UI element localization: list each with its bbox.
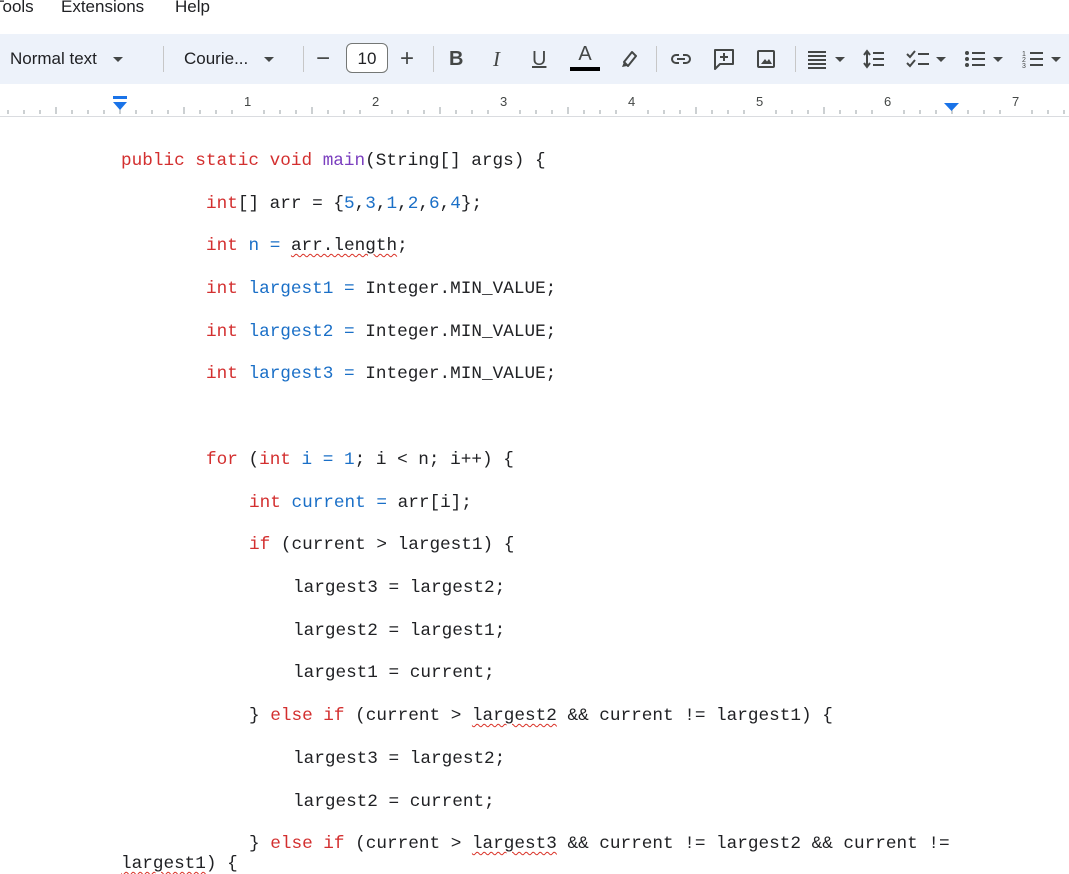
chevron-down-icon <box>112 56 123 62</box>
add-comment-button[interactable] <box>711 34 737 84</box>
font-family-dropdown[interactable]: Courie... <box>184 34 275 84</box>
ruler-number: 6 <box>884 94 892 109</box>
ruler-number: 7 <box>1012 94 1020 109</box>
toolbar-divider <box>433 46 434 72</box>
font-size-input[interactable]: 10 <box>346 43 388 73</box>
decrease-font-size-button[interactable]: − <box>316 34 330 84</box>
bulleted-list-icon <box>965 51 985 67</box>
code-line: int n = arr.length; <box>206 236 408 256</box>
underline-icon: U <box>532 47 547 70</box>
toolbar-divider <box>795 46 796 72</box>
document-page[interactable]: public static void main(String[] args) {… <box>0 117 1069 874</box>
paragraph-style-value: Normal text <box>10 49 97 68</box>
text-color-button[interactable]: A <box>570 34 600 84</box>
code-line: public static void main(String[] args) { <box>121 151 546 171</box>
code-line: int largest3 = Integer.MIN_VALUE; <box>206 364 557 384</box>
bold-button[interactable]: B <box>449 34 463 84</box>
code-line: } else if (current > largest3 && current… <box>249 834 950 854</box>
italic-button[interactable]: I <box>493 34 500 84</box>
spelling-error[interactable]: arr.length <box>291 236 397 256</box>
menu-tools[interactable]: Tools <box>0 0 34 17</box>
toolbar: Normal text Courie... − 10 + B I U A 1 2… <box>0 34 1069 84</box>
highlight-color-button[interactable] <box>618 34 642 84</box>
numbered-list-icon: 1 2 3 <box>1022 51 1043 70</box>
ruler: 1 2 3 4 5 6 7 <box>0 84 1069 117</box>
ruler-number: 1 <box>244 94 252 109</box>
minus-icon: − <box>316 45 331 72</box>
right-indent-marker[interactable] <box>944 103 959 111</box>
menu-help[interactable]: Help <box>175 0 210 17</box>
insert-link-button[interactable] <box>669 34 693 84</box>
italic-icon: I <box>493 46 500 71</box>
spelling-error[interactable]: largest1 <box>121 854 206 874</box>
code-line: int current = arr[i]; <box>249 493 472 513</box>
left-indent-marker[interactable] <box>113 102 127 110</box>
code-line: for (int i = 1; i < n; i++) { <box>206 450 514 470</box>
plus-icon: + <box>400 45 415 72</box>
highlighter-icon <box>622 51 637 67</box>
toolbar-divider <box>163 46 164 72</box>
checklist-icon <box>906 50 929 68</box>
bold-icon: B <box>449 47 464 70</box>
ruler-number: 2 <box>372 94 380 109</box>
chevron-down-icon <box>835 56 845 62</box>
code-line: largest1 = current; <box>293 663 495 683</box>
add-comment-icon <box>714 49 734 70</box>
line-spacing-icon <box>863 49 884 69</box>
menu-bar: Tools Extensions Help <box>0 0 1069 24</box>
code-line: largest3 = largest2; <box>293 578 506 598</box>
align-dropdown[interactable] <box>805 34 845 84</box>
ruler-scale <box>7 96 1065 114</box>
text-color-swatch <box>570 67 600 71</box>
code-line: largest1) { <box>121 854 238 874</box>
spelling-error[interactable]: largest3 <box>472 834 557 854</box>
svg-text:3: 3 <box>1022 63 1026 70</box>
chevron-down-icon <box>264 56 275 62</box>
increase-font-size-button[interactable]: + <box>400 34 414 84</box>
chevron-down-icon <box>993 56 1003 62</box>
toolbar-divider <box>656 46 657 72</box>
text-color-icon: A <box>578 43 592 65</box>
ruler-number: 4 <box>628 94 636 109</box>
code-line: int largest1 = Integer.MIN_VALUE; <box>206 279 557 299</box>
underline-button[interactable]: U <box>532 34 546 84</box>
checklist-dropdown[interactable] <box>905 34 946 84</box>
menu-extensions[interactable]: Extensions <box>61 0 144 17</box>
ruler-ticks <box>7 107 1065 114</box>
numbered-list-dropdown[interactable]: 1 2 3 <box>1021 34 1061 84</box>
toolbar-divider <box>303 46 304 72</box>
image-icon <box>757 50 775 68</box>
bulleted-list-dropdown[interactable] <box>963 34 1003 84</box>
chevron-down-icon <box>936 56 946 62</box>
ruler-number: 5 <box>756 94 764 109</box>
line-spacing-button[interactable] <box>862 34 886 84</box>
align-justify-icon <box>808 51 826 69</box>
code-line: int[] arr = {5,3,1,2,6,4}; <box>206 194 483 214</box>
code-line: largest2 = current; <box>293 792 495 812</box>
code-line: } else if (current > largest2 && current… <box>249 706 833 726</box>
code-line: largest2 = largest1; <box>293 621 506 641</box>
code-line: largest3 = largest2; <box>293 749 506 769</box>
first-line-indent-marker[interactable] <box>113 96 127 99</box>
code-line: if (current > largest1) { <box>249 535 515 555</box>
font-family-value: Courie... <box>184 49 249 68</box>
insert-image-button[interactable] <box>754 34 778 84</box>
link-icon <box>671 54 691 64</box>
code-line: int largest2 = Integer.MIN_VALUE; <box>206 322 557 342</box>
chevron-down-icon <box>1051 56 1061 62</box>
paragraph-style-dropdown[interactable]: Normal text <box>10 34 123 84</box>
ruler-number: 3 <box>500 94 508 109</box>
spelling-error[interactable]: largest2 <box>472 706 557 726</box>
